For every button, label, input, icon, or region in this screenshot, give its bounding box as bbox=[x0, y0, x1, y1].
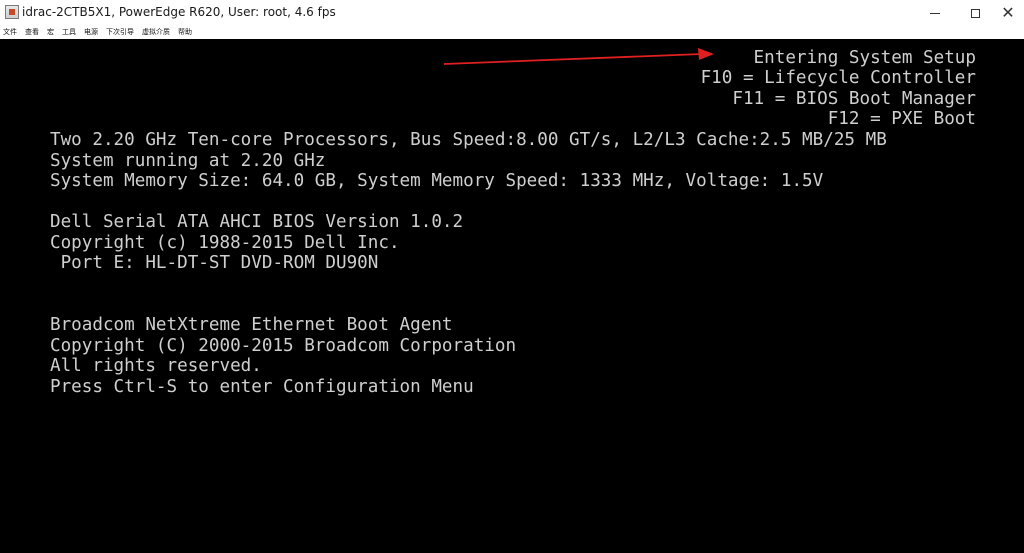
broadcom-config-line: Press Ctrl-S to enter Configuration Menu bbox=[50, 377, 474, 397]
memory-info-line: System Memory Size: 64.0 GB, System Memo… bbox=[50, 171, 824, 191]
title-bar: idrac-2CTB5X1, PowerEdge R620, User: roo… bbox=[0, 0, 1024, 26]
minimize-icon bbox=[930, 12, 940, 14]
menu-virtual-media[interactable]: 虚拟介质 bbox=[139, 26, 173, 39]
menu-tools[interactable]: 工具 bbox=[59, 26, 79, 39]
menu-macros[interactable]: 宏 bbox=[44, 26, 57, 39]
menu-next-boot[interactable]: 下次引导 bbox=[103, 26, 137, 39]
cpu-speed-line: System running at 2.20 GHz bbox=[50, 151, 326, 171]
ahci-copyright-line: Copyright (c) 1988-2015 Dell Inc. bbox=[50, 233, 400, 253]
window-title: idrac-2CTB5X1, PowerEdge R620, User: roo… bbox=[22, 5, 336, 19]
java-app-icon bbox=[5, 5, 19, 19]
setup-status-line: Entering System Setup bbox=[753, 48, 976, 68]
ahci-port-line: Port E: HL-DT-ST DVD-ROM DU90N bbox=[50, 253, 379, 273]
console-screen[interactable]: Entering System Setup F10 = Lifecycle Co… bbox=[0, 39, 1024, 553]
close-icon: ✕ bbox=[1001, 3, 1015, 22]
broadcom-agent-line: Broadcom NetXtreme Ethernet Boot Agent bbox=[50, 315, 453, 335]
menu-help[interactable]: 帮助 bbox=[175, 26, 195, 39]
maximize-icon bbox=[970, 8, 980, 18]
close-button[interactable]: ✕ bbox=[992, 0, 1024, 26]
cpu-info-line: Two 2.20 GHz Ten-core Processors, Bus Sp… bbox=[50, 130, 887, 150]
remote-console-window: idrac-2CTB5X1, PowerEdge R620, User: roo… bbox=[0, 0, 1024, 553]
f11-hotkey-line: F11 = BIOS Boot Manager bbox=[732, 89, 976, 109]
f12-hotkey-line: F12 = PXE Boot bbox=[827, 109, 976, 129]
f10-hotkey-line: F10 = Lifecycle Controller bbox=[700, 68, 976, 88]
menu-file[interactable]: 文件 bbox=[0, 26, 20, 39]
broadcom-rights-line: All rights reserved. bbox=[50, 356, 262, 376]
ahci-bios-line: Dell Serial ATA AHCI BIOS Version 1.0.2 bbox=[50, 212, 464, 232]
menu-power[interactable]: 电源 bbox=[81, 26, 101, 39]
broadcom-copyright-line: Copyright (C) 2000-2015 Broadcom Corpora… bbox=[50, 336, 517, 356]
menu-bar: 文件 查看 宏 工具 电源 下次引导 虚拟介质 帮助 bbox=[0, 26, 1024, 39]
menu-view[interactable]: 查看 bbox=[22, 26, 42, 39]
